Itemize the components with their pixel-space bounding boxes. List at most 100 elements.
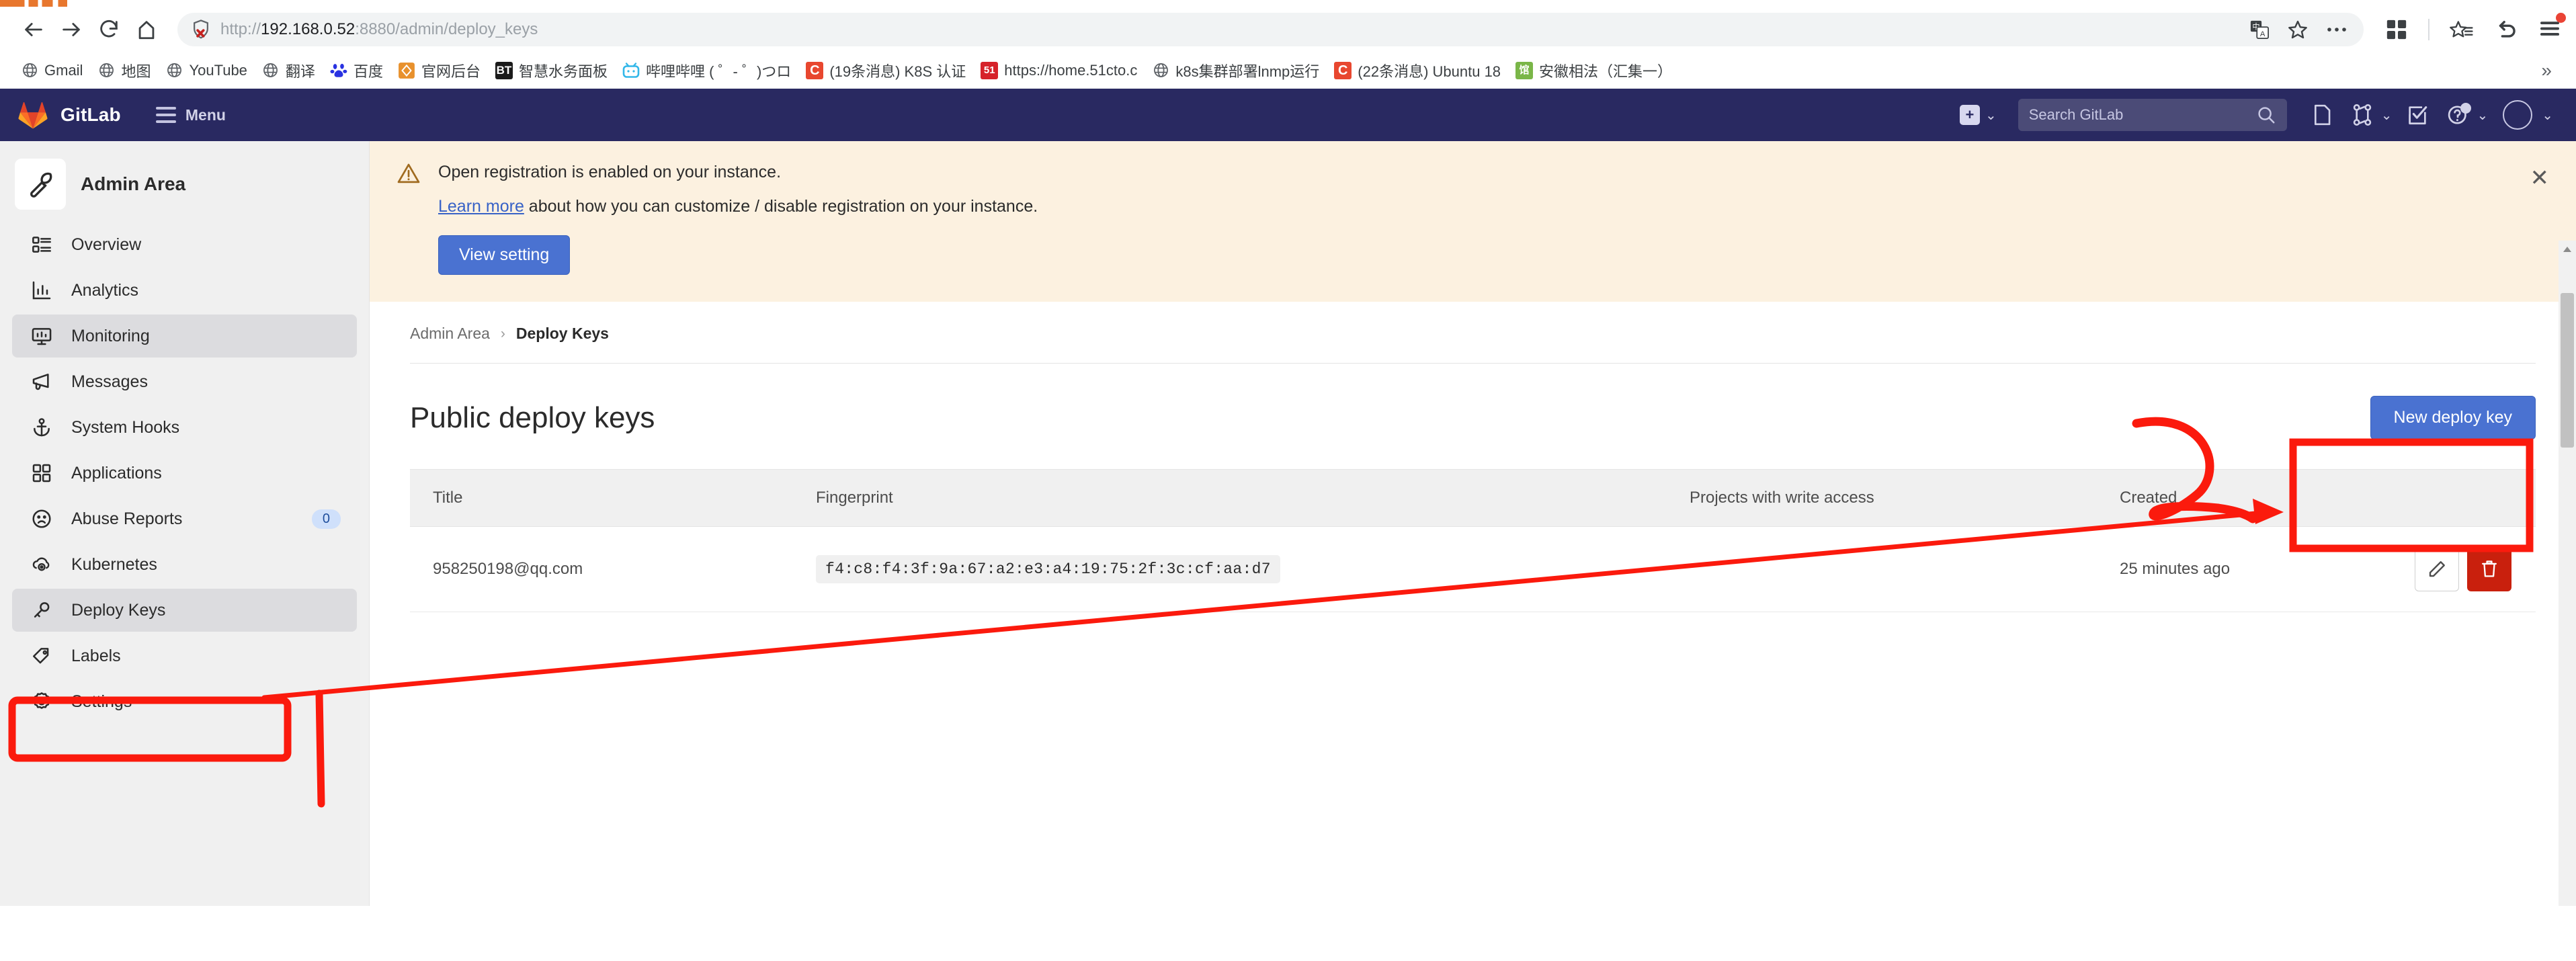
bookmark-item[interactable]: C (19条消息) K8S 认证 <box>798 56 973 85</box>
table-header-row: Title Fingerprint Projects with write ac… <box>410 469 2536 527</box>
globe-icon <box>97 62 115 79</box>
baidu-paw-glyph <box>330 63 347 77</box>
reload-button[interactable] <box>90 11 128 48</box>
sidebar-item-kubernetes[interactable]: Kubernetes <box>12 543 357 586</box>
baidu-paw-icon <box>330 62 347 79</box>
bookmark-item[interactable]: 官网后台 <box>390 56 488 85</box>
sidebar-item-settings[interactable]: Settings <box>12 680 357 723</box>
table-row[interactable]: 958250198@qq.com f4:c8:f4:3f:9a:67:a2:e3… <box>410 526 2536 612</box>
bookmark-label: 智慧水务面板 <box>518 62 608 80</box>
scroll-up-arrow-icon[interactable] <box>2559 241 2576 258</box>
globe-icon <box>21 62 38 79</box>
bilibili-icon <box>622 62 640 79</box>
bookmarks-overflow-button[interactable]: » <box>2530 60 2563 81</box>
search-input[interactable]: Search GitLab <box>2018 99 2287 131</box>
chevron-down-icon: ⌄ <box>1985 108 1997 123</box>
shield-with-x-icon[interactable] <box>191 19 211 40</box>
bookmark-label: 哔哩哔哩 ( ゜- ゜)つロ <box>645 62 792 80</box>
sidebar-item-label: Messages <box>71 372 148 391</box>
csdn-badge: C <box>1334 61 1352 79</box>
learn-more-link[interactable]: Learn more <box>438 197 524 216</box>
bookmark-item[interactable]: C (22条消息) Ubuntu 18 <box>1327 56 1508 85</box>
todos-button[interactable] <box>2397 95 2438 135</box>
fiftyonecto-icon: 51 <box>981 61 999 79</box>
column-header-title: Title <box>410 469 793 527</box>
browser-menu-button[interactable] <box>2538 12 2566 41</box>
active-tab-indicator[interactable] <box>0 0 67 7</box>
sidebar-item-messages[interactable]: Messages <box>12 360 357 403</box>
home-icon <box>138 21 155 40</box>
scrollbar-thumb[interactable] <box>2561 293 2574 448</box>
user-menu-button[interactable]: ⌄ <box>2503 100 2559 130</box>
bookmark-item[interactable]: BT 智慧水务面板 <box>488 56 615 85</box>
tab-strip[interactable] <box>0 0 2576 7</box>
cell-created: 25 minutes ago <box>2097 526 2308 612</box>
bookmark-item[interactable]: Gmail <box>13 58 90 83</box>
bookmark-label: https://home.51cto.c <box>1004 61 1138 79</box>
new-deploy-key-button[interactable]: New deploy key <box>2370 396 2536 440</box>
sidebar-item-label: Labels <box>71 646 121 665</box>
bookmark-item[interactable]: 地图 <box>90 56 158 85</box>
star-icon[interactable] <box>2287 19 2309 40</box>
sidebar-context-header[interactable]: Admin Area <box>0 152 369 216</box>
more-options-icon[interactable] <box>2326 26 2348 34</box>
main-menu-button[interactable]: Menu <box>155 106 226 124</box>
table-body: 958250198@qq.com f4:c8:f4:3f:9a:67:a2:e3… <box>410 526 2536 612</box>
merge-requests-button[interactable]: ⌄ <box>2342 95 2398 135</box>
kubernetes-icon <box>28 551 55 578</box>
gitlab-home-link[interactable]: GitLab <box>17 100 121 130</box>
menu-update-badge <box>2556 12 2566 23</box>
close-icon[interactable]: ✕ <box>2530 167 2550 190</box>
create-new-button[interactable]: + ⌄ <box>1959 105 2002 125</box>
home-button[interactable] <box>128 11 165 48</box>
address-bar[interactable]: http://192.168.0.52:8880/admin/deploy_ke… <box>177 13 2364 46</box>
translate-icon[interactable]: 中 A <box>2249 19 2270 40</box>
svg-text:A: A <box>2260 30 2266 38</box>
page-scrollbar[interactable] <box>2559 241 2576 906</box>
sidebar-item-abuse-reports[interactable]: Abuse Reports 0 <box>12 497 357 540</box>
wrench-icon <box>15 159 66 210</box>
bookmark-item[interactable]: 馆 安徽相法（汇集一） <box>1508 56 1679 85</box>
forward-button[interactable] <box>52 11 90 48</box>
globe-icon <box>165 62 183 79</box>
view-setting-button[interactable]: View setting <box>438 235 571 275</box>
bookmark-item[interactable]: k8s集群部署lnmp运行 <box>1145 56 1327 85</box>
alert-body: Learn more about how you can customize /… <box>438 197 1038 216</box>
sidebar-item-deploy-keys[interactable]: Deploy Keys <box>12 589 357 632</box>
column-header-projects: Projects with write access <box>1667 469 2097 527</box>
bookmark-item[interactable]: 51 https://home.51cto.c <box>973 58 1145 83</box>
sidebar-item-analytics[interactable]: Analytics <box>12 269 357 312</box>
bookmark-item[interactable]: 翻译 <box>255 56 323 85</box>
bt-panel-icon: BT <box>495 61 513 79</box>
search-icon[interactable] <box>2256 105 2276 125</box>
url-rest: :8880/admin/deploy_keys <box>355 20 538 38</box>
bookmark-label: (19条消息) K8S 认证 <box>829 62 966 80</box>
navbar-right: + ⌄ Search GitLab ⌄ ⌄ ⌄ <box>1959 95 2559 135</box>
issues-button[interactable] <box>2302 95 2342 135</box>
delete-key-button[interactable] <box>2467 547 2511 591</box>
edit-key-button[interactable] <box>2415 547 2459 591</box>
collections-icon[interactable] <box>2450 18 2474 41</box>
table-header: Title Fingerprint Projects with write ac… <box>410 469 2536 527</box>
sidebar-item-label: Overview <box>71 235 142 254</box>
bookmark-item[interactable]: 哔哩哔哩 ( ゜- ゜)つロ <box>615 56 798 85</box>
gitlab-logo-icon <box>18 102 48 129</box>
hamburger-icon <box>155 107 176 123</box>
sidebar-item-applications[interactable]: Applications <box>12 452 357 495</box>
sidebar-item-overview[interactable]: Overview <box>12 223 357 266</box>
sidebar-item-monitoring[interactable]: Monitoring <box>12 315 357 358</box>
sidebar-item-system-hooks[interactable]: System Hooks <box>12 406 357 449</box>
help-button[interactable]: ⌄ <box>2438 95 2493 135</box>
toolbar-right-icons <box>2376 12 2566 41</box>
sidebar-item-labels[interactable]: Labels <box>12 634 357 677</box>
help-notification-dot <box>2460 103 2472 114</box>
extensions-grid-icon[interactable] <box>2385 18 2408 41</box>
bookmark-item[interactable]: 百度 <box>323 56 390 85</box>
megaphone-icon <box>28 368 55 395</box>
history-back-icon[interactable] <box>2494 18 2518 41</box>
alert-body-rest: about how you can customize / disable re… <box>524 197 1038 216</box>
breadcrumb-parent[interactable]: Admin Area <box>410 325 490 343</box>
breadcrumb-current: Deploy Keys <box>515 325 609 342</box>
back-button[interactable] <box>15 11 52 48</box>
bookmark-item[interactable]: YouTube <box>158 58 254 83</box>
